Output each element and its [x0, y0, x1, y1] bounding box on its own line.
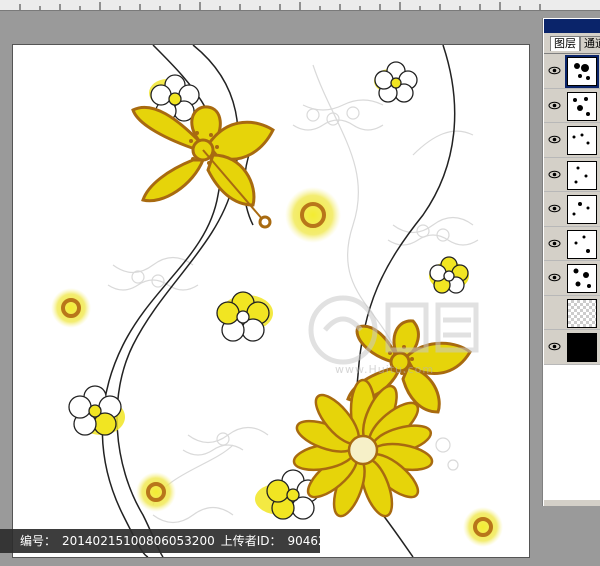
- eye-icon[interactable]: [548, 133, 561, 146]
- tab-channels[interactable]: 通道: [580, 36, 600, 51]
- uploader-label: 上传者ID：: [220, 534, 282, 548]
- flower-thumb-icon: [573, 96, 590, 116]
- layers-palette: 图层 通道: [543, 18, 600, 506]
- layer-row[interactable]: [544, 54, 600, 89]
- layer-row[interactable]: [544, 261, 600, 296]
- document-canvas[interactable]: www.Huitu.com: [12, 44, 530, 558]
- layer-row[interactable]: [544, 88, 600, 123]
- layer-thumbnail[interactable]: [567, 160, 597, 190]
- eye-icon[interactable]: [548, 168, 561, 181]
- watermark-url: www.Huitu.com: [335, 363, 435, 376]
- layer-row[interactable]: [544, 330, 600, 365]
- layer-row[interactable]: [544, 192, 600, 227]
- eye-icon[interactable]: [548, 237, 561, 250]
- eye-icon[interactable]: [548, 340, 561, 353]
- layer-thumbnail[interactable]: [567, 91, 597, 121]
- eye-icon[interactable]: [548, 202, 561, 215]
- layer-thumbnail[interactable]: [567, 264, 597, 293]
- watermark-logo: [308, 295, 479, 365]
- layer-row[interactable]: [544, 226, 600, 261]
- uploader-value: 90462: [287, 534, 326, 548]
- eye-icon[interactable]: [548, 64, 561, 77]
- image-info-caption: 编号： 20140215100806053200 上传者ID： 90462: [0, 529, 326, 553]
- layer-list: [544, 53, 600, 500]
- id-value: 20140215100806053200: [62, 534, 215, 548]
- layer-row[interactable]: [544, 157, 600, 192]
- horizontal-ruler[interactable]: [0, 0, 600, 11]
- layer-thumbnail[interactable]: [565, 55, 599, 88]
- layer-thumbnail[interactable]: [567, 195, 597, 224]
- flower-thumb-icon: [574, 63, 590, 80]
- flower-thumb-icon: [573, 268, 591, 288]
- layer-thumbnail[interactable]: [567, 229, 597, 259]
- tab-layers[interactable]: 图层: [550, 36, 580, 51]
- palette-title-bar[interactable]: [544, 19, 600, 33]
- layer-thumbnail[interactable]: [567, 333, 597, 362]
- layer-row[interactable]: [544, 295, 600, 330]
- flower-thumb-icon: [574, 166, 588, 183]
- flower-thumb-icon: [572, 133, 590, 145]
- eye-icon[interactable]: [548, 99, 561, 112]
- eye-icon[interactable]: [548, 271, 561, 284]
- ruler-ticks: [19, 2, 541, 10]
- flower-thumb-icon: [574, 235, 590, 253]
- layer-row[interactable]: [544, 123, 600, 158]
- layer-thumbnail[interactable]: [567, 126, 597, 155]
- flower-thumb-icon: [572, 202, 590, 216]
- id-label: 编号：: [20, 534, 57, 548]
- palette-tabs: 图层 通道: [544, 36, 600, 51]
- layer-thumbnail[interactable]: [567, 298, 597, 328]
